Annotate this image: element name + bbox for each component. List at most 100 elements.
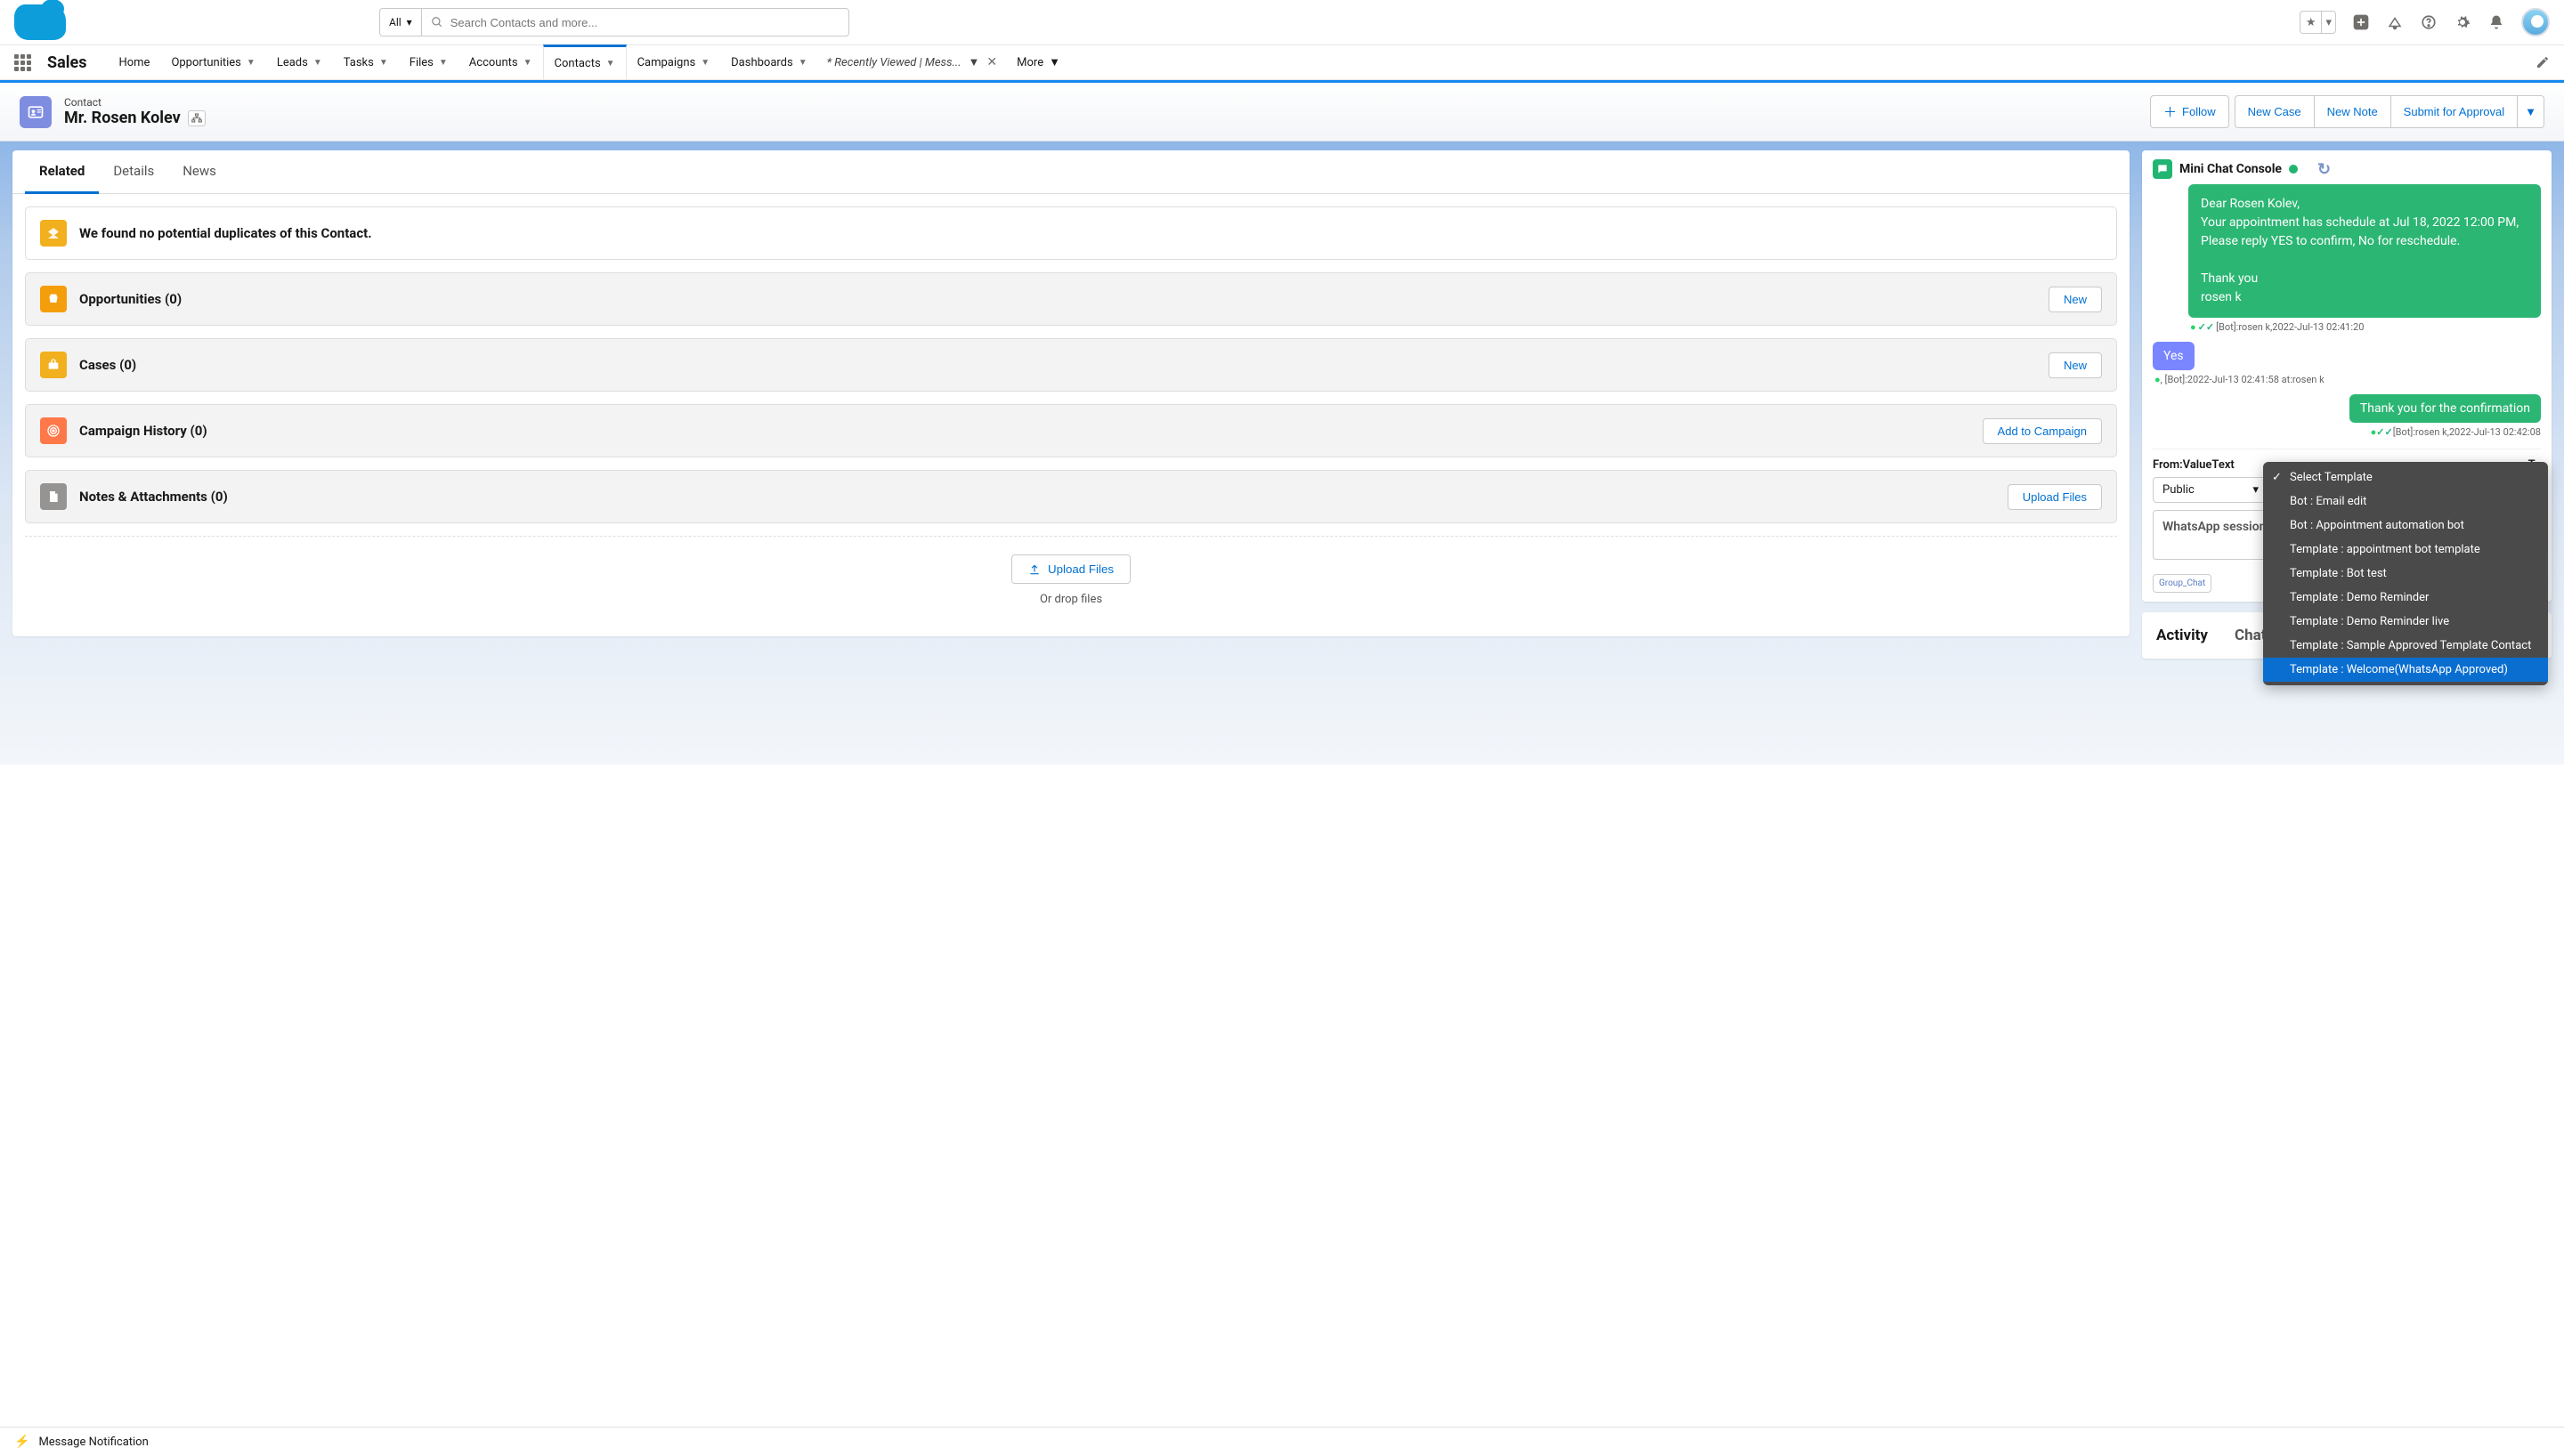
nav-label: Opportunities [171, 56, 240, 69]
button-label: Follow [2182, 105, 2216, 118]
bell-icon[interactable] [2487, 13, 2505, 31]
upload-files-button-2[interactable]: Upload Files [1011, 554, 1131, 584]
add-to-campaign-button[interactable]: Add to Campaign [1983, 418, 2102, 444]
chevron-down-icon[interactable]: ▼ [439, 58, 448, 68]
from-label: From:ValueText [2153, 458, 2235, 472]
follow-button[interactable]: ＋ Follow [2150, 95, 2229, 128]
edit-nav-icon[interactable] [2536, 55, 2550, 69]
chevron-down-icon[interactable]: ▼ [799, 58, 807, 68]
upload-dropzone[interactable]: Upload Files Or drop files [25, 536, 2117, 624]
new-note-button[interactable]: New Note [2314, 95, 2391, 128]
entity-label: Contact [64, 96, 206, 109]
chat-bubble-incoming-wrap: Yes [2153, 342, 2541, 370]
workspace-tab-label: * Recently Viewed | Mess... [827, 56, 961, 69]
visibility-select[interactable]: Public ▾ [2153, 477, 2268, 503]
chevron-down-icon[interactable]: ▼ [701, 58, 710, 68]
new-case-button[interactable]: New Case [2235, 95, 2315, 128]
dropdown-item[interactable]: Bot : Appointment automation bot [2263, 514, 2548, 538]
new-case-button[interactable]: New [2049, 352, 2102, 378]
help-icon[interactable] [2420, 13, 2438, 31]
tab-news[interactable]: News [168, 150, 231, 193]
search-scope-label: All [389, 16, 402, 28]
main-content: Related Details News We found no potenti… [0, 142, 2564, 764]
case-icon [40, 352, 67, 378]
campaign-icon [40, 417, 67, 444]
chat-meta: ●✓✓[Bot]:rosen k,2022-Jul-13 02:41:20 [2190, 321, 2541, 333]
gear-icon[interactable] [2454, 13, 2471, 31]
dropdown-item[interactable]: Template : appointment bot template [2263, 538, 2548, 562]
nav-accounts[interactable]: Accounts▼ [458, 45, 543, 79]
page-title: Mr. Rosen Kolev [64, 109, 206, 127]
page-header-meta: Contact Mr. Rosen Kolev [64, 96, 206, 127]
chevron-down-icon[interactable]: ▼ [606, 59, 615, 69]
plus-icon: ＋ [2163, 102, 2177, 121]
whatsapp-icon: ● [2154, 374, 2161, 385]
hierarchy-icon[interactable] [188, 110, 206, 126]
nav-opportunities[interactable]: Opportunities ▼ [160, 45, 265, 79]
nav-tasks[interactable]: Tasks▼ [333, 45, 399, 79]
nav-label: Campaigns [637, 56, 696, 69]
app-name: Sales [47, 53, 86, 72]
tab-related[interactable]: Related [25, 150, 99, 194]
more-actions-button[interactable]: ▼ [2517, 95, 2544, 128]
drop-hint: Or drop files [43, 593, 2099, 606]
search-input-wrap[interactable] [422, 8, 849, 36]
user-avatar[interactable] [2521, 8, 2550, 36]
chevron-down-icon[interactable]: ▼ [969, 55, 980, 69]
contact-entity-icon [20, 96, 52, 128]
group-chat-chip[interactable]: Group_Chat [2153, 574, 2211, 593]
search-icon [431, 16, 443, 28]
refresh-icon[interactable]: ↻ [2317, 160, 2331, 179]
nav-label: More [1017, 56, 1043, 69]
dropdown-item[interactable]: Template : Demo Reminder live [2263, 610, 2548, 634]
chat-line: Your appointment has schedule at Jul 18,… [2201, 214, 2528, 232]
chat-header: Mini Chat Console ↻ [2153, 159, 2541, 179]
add-icon[interactable] [2352, 13, 2370, 31]
dropdown-item[interactable]: Template : Bot test [2263, 562, 2548, 586]
header-actions: ＋ Follow New Case New Note Submit for App… [2150, 95, 2544, 128]
chevron-down-icon[interactable]: ▼ [313, 58, 322, 68]
close-icon[interactable]: ✕ [986, 55, 997, 69]
card-title: Campaign History (0) [79, 423, 207, 439]
upload-files-button[interactable]: Upload Files [2008, 484, 2102, 510]
file-icon [40, 483, 67, 510]
nav-more[interactable]: More▼ [1006, 45, 1071, 79]
nav-contacts[interactable]: Contacts▼ [543, 44, 627, 79]
guidance-icon[interactable] [2386, 13, 2404, 31]
nav-files[interactable]: Files▼ [399, 45, 458, 79]
dropdown-item[interactable]: Bot : Email edit [2263, 489, 2548, 514]
tab-details[interactable]: Details [99, 150, 168, 193]
chevron-down-icon[interactable]: ▼ [523, 58, 532, 68]
tab-activity[interactable]: Activity [2156, 627, 2208, 644]
dropdown-item[interactable]: Select Template [2263, 465, 2548, 489]
dropdown-item-highlighted[interactable]: Template : Welcome(WhatsApp Approved) [2263, 658, 2548, 682]
search-scope-selector[interactable]: All ▾ [379, 8, 422, 36]
submit-approval-button[interactable]: Submit for Approval [2390, 95, 2518, 128]
campaign-history-card: Campaign History (0) Add to Campaign [25, 404, 2117, 457]
new-opportunity-button[interactable]: New [2049, 287, 2102, 312]
chat-row: Thank you for the confirmation [2153, 394, 2541, 423]
select-value: Public [2162, 483, 2195, 497]
chat-title: Mini Chat Console [2179, 162, 2282, 176]
mini-chat-console: Mini Chat Console ↻ Dear Rosen Kolev, Yo… [2142, 150, 2552, 602]
nav-workspace-tab[interactable]: * Recently Viewed | Mess... ▼ ✕ [818, 45, 1007, 79]
card-title: Notes & Attachments (0) [79, 489, 228, 505]
search-input[interactable] [450, 16, 840, 29]
chat-line: Dear Rosen Kolev, [2201, 195, 2528, 214]
dropdown-item[interactable]: Template : Demo Reminder [2263, 586, 2548, 610]
nav-leads[interactable]: Leads▼ [266, 45, 333, 79]
favorites-button[interactable]: ★▾ [2300, 11, 2336, 34]
button-label: Upload Files [1048, 562, 1114, 576]
chat-line: rosen k [2201, 288, 2528, 307]
check-icon: ✓✓ [2376, 426, 2392, 438]
message-notification-button[interactable]: Message Notification [38, 1436, 148, 1449]
nav-dashboards[interactable]: Dashboards▼ [720, 45, 818, 79]
dropdown-item[interactable]: Template : Sample Approved Template Cont… [2263, 634, 2548, 658]
chevron-down-icon[interactable]: ▼ [379, 58, 388, 68]
nav-campaigns[interactable]: Campaigns ▼ [627, 45, 721, 79]
app-launcher-icon[interactable] [14, 54, 31, 71]
chat-bubble-outgoing: Dear Rosen Kolev, Your appointment has s… [2188, 184, 2541, 318]
whatsapp-icon: ● [2190, 321, 2196, 333]
chevron-down-icon[interactable]: ▼ [247, 58, 256, 68]
nav-home[interactable]: Home [108, 45, 160, 79]
